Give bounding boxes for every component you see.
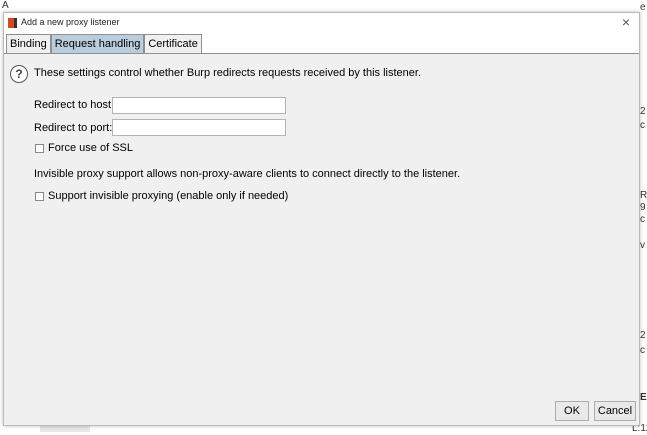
cancel-button[interactable]: Cancel	[594, 401, 636, 421]
background-text-e: e	[640, 2, 646, 13]
burp-app-icon	[8, 18, 17, 28]
tab-certificate[interactable]: Certificate	[144, 34, 202, 53]
invisible-proxy-info: Invisible proxy support allows non-proxy…	[34, 168, 461, 180]
help-icon[interactable]: ?	[10, 65, 28, 83]
close-icon[interactable]: ×	[619, 15, 633, 29]
tab-binding[interactable]: Binding	[6, 34, 51, 53]
background-text-right-9: E	[640, 392, 647, 403]
proxy-listener-dialog: Add a new proxy listener × Binding Reque…	[3, 12, 640, 426]
background-text-a: A	[2, 0, 9, 11]
invisible-proxy-row[interactable]: Support invisible proxying (enable only …	[35, 190, 288, 202]
request-handling-panel: ? These settings control whether Burp re…	[4, 53, 639, 399]
tab-request-handling[interactable]: Request handling	[50, 34, 145, 53]
invisible-proxy-label: Support invisible proxying (enable only …	[48, 190, 289, 202]
background-text-right-7: 2	[640, 330, 646, 341]
background-text-right-3: R	[640, 190, 647, 201]
force-ssl-row[interactable]: Force use of SSL	[35, 142, 133, 154]
panel-description: These settings control whether Burp redi…	[34, 67, 422, 79]
background-bar	[40, 426, 90, 432]
dialog-footer: OK Cancel	[4, 398, 639, 425]
force-ssl-checkbox[interactable]	[35, 143, 44, 153]
background-text-right-6: v	[640, 240, 645, 251]
force-ssl-label: Force use of SSL	[48, 142, 133, 154]
background-text-right-5: c	[640, 214, 645, 225]
redirect-port-label: Redirect to port:	[34, 122, 113, 134]
tab-bar: Binding Request handling Certificate	[6, 34, 202, 54]
background-text-right-8: c	[640, 345, 645, 356]
invisible-proxy-checkbox[interactable]	[35, 191, 44, 201]
title-bar: Add a new proxy listener ×	[4, 13, 639, 34]
redirect-port-input[interactable]	[112, 119, 286, 136]
redirect-host-input[interactable]	[112, 97, 286, 114]
background-text-right-2: c	[640, 120, 645, 131]
ok-button[interactable]: OK	[555, 401, 589, 421]
background-text-right-4: 9	[640, 202, 646, 213]
redirect-host-label: Redirect to host:	[34, 99, 115, 111]
dialog-title: Add a new proxy listener	[21, 17, 120, 27]
background-text-right-1: 2	[640, 106, 646, 117]
